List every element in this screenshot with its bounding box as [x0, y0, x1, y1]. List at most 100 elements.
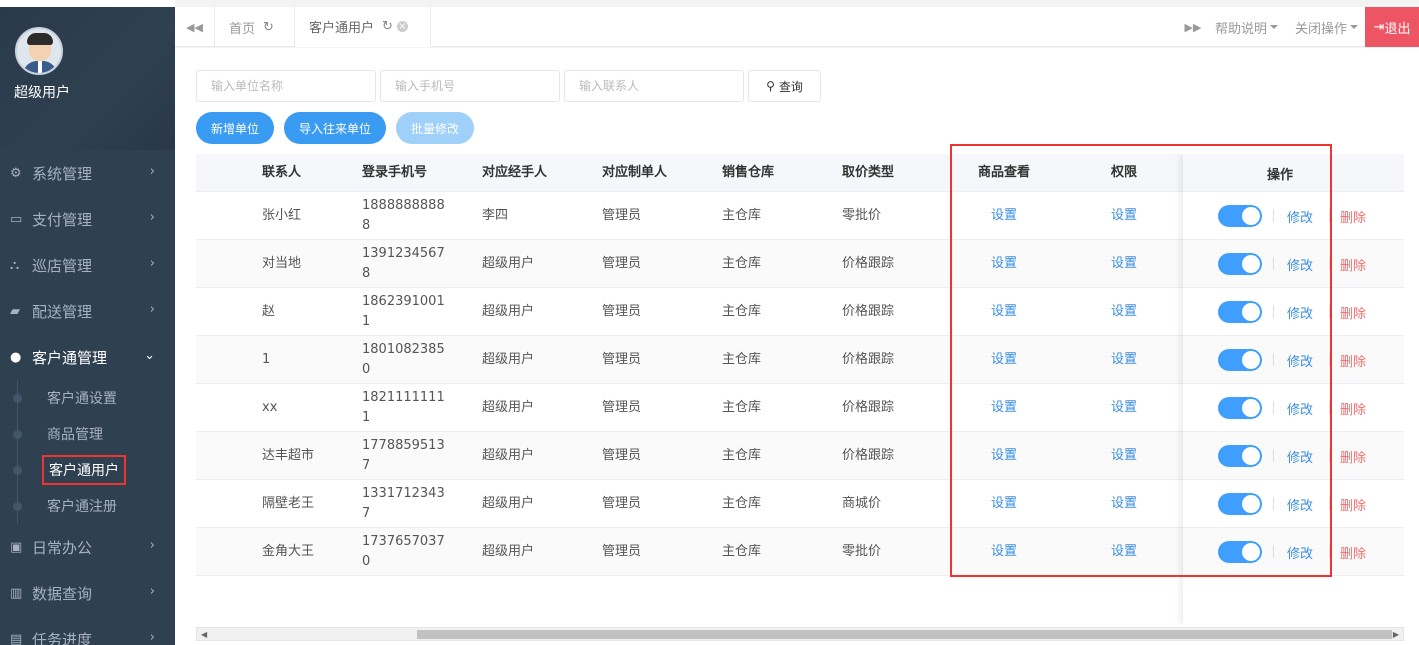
scroll-right-arrow-icon[interactable]: ▶ — [1393, 630, 1399, 639]
close-ops-dropdown[interactable]: 关闭操作 — [1295, 7, 1359, 47]
goods-view-set-link[interactable]: 设置 — [954, 336, 1054, 383]
permission-set-link[interactable]: 设置 — [1074, 384, 1174, 431]
header-goods-view[interactable]: 商品查看 — [954, 154, 1054, 191]
sign-out-icon: ⇥ — [1373, 19, 1385, 35]
tab-customer-users[interactable]: 客户通用户 ↻ × — [295, 7, 431, 47]
refresh-icon[interactable]: ↻ — [382, 19, 393, 34]
enable-toggle[interactable] — [1218, 349, 1262, 371]
permission-set-link[interactable]: 设置 — [1074, 432, 1174, 479]
tab-home[interactable]: 首页 ↻ — [215, 7, 295, 47]
add-unit-button[interactable]: 新增单位 — [196, 112, 275, 144]
goods-view-set-link[interactable]: 设置 — [954, 384, 1054, 431]
goods-view-set-link[interactable]: 设置 — [954, 192, 1054, 239]
horizontal-scrollbar[interactable]: ◀ ▶ — [196, 627, 1404, 641]
scroll-tabs-right-button[interactable]: ▶▶ — [1175, 7, 1211, 47]
sidebar-item-delivery[interactable]: ▰ 配送管理 › — [0, 288, 175, 334]
logout-button[interactable]: ⇥ 退出 — [1365, 7, 1419, 47]
sidebar-item-patrol[interactable]: ⛬ 巡店管理 › — [0, 242, 175, 288]
edit-link[interactable]: 修改 — [1287, 432, 1313, 480]
edit-link[interactable]: 修改 — [1287, 480, 1313, 528]
header-permission[interactable]: 权限 — [1074, 154, 1174, 191]
goods-view-set-link[interactable]: 设置 — [954, 288, 1054, 335]
operation-row: 修改 删除 — [1183, 192, 1404, 240]
action-buttons: 新增单位 导入往来单位 批量修改 — [196, 112, 475, 144]
goods-view-set-link[interactable]: 设置 — [954, 480, 1054, 527]
delete-link[interactable]: 删除 — [1340, 480, 1366, 528]
chevron-right-icon: › — [149, 538, 155, 553]
refresh-icon[interactable]: ↻ — [263, 20, 274, 35]
cell-contact: 对当地 — [262, 255, 302, 271]
sidebar-item-customer[interactable]: ● 客户通管理 ⌄ — [0, 334, 175, 380]
scroll-left-arrow-icon[interactable]: ◀ — [201, 630, 207, 639]
delete-link[interactable]: 删除 — [1340, 528, 1366, 576]
header-contact[interactable]: 联系人 — [262, 154, 352, 191]
query-button[interactable]: ⚲ 查询 — [748, 70, 821, 102]
sidebar-item-label: 日常办公 — [32, 538, 93, 557]
tasks-icon: ▤ — [10, 631, 23, 645]
delete-link[interactable]: 删除 — [1340, 384, 1366, 432]
sidebar-item-system[interactable]: ⚙ 系统管理 › — [0, 150, 175, 196]
enable-toggle[interactable] — [1218, 541, 1262, 563]
enable-toggle[interactable] — [1218, 205, 1262, 227]
batch-edit-button[interactable]: 批量修改 — [396, 112, 475, 144]
edit-link[interactable]: 修改 — [1287, 288, 1313, 336]
cell-handler: 李四 — [482, 207, 509, 223]
enable-toggle[interactable] — [1218, 253, 1262, 275]
sidebar-subitem-goods[interactable]: 商品管理 — [0, 416, 175, 452]
operation-header: 操作 — [1183, 154, 1404, 192]
enable-toggle[interactable] — [1218, 301, 1262, 323]
sidebar-subitem-customer-settings[interactable]: 客户通设置 — [0, 380, 175, 416]
edit-link[interactable]: 修改 — [1287, 336, 1313, 384]
permission-set-link[interactable]: 设置 — [1074, 480, 1174, 527]
contact-input[interactable] — [564, 70, 744, 102]
cell-phone: 18010823850 — [362, 341, 445, 377]
goods-view-set-link[interactable]: 设置 — [954, 240, 1054, 287]
header-maker[interactable]: 对应制单人 — [602, 154, 702, 191]
import-units-button[interactable]: 导入往来单位 — [284, 112, 387, 144]
scrollbar-thumb[interactable] — [417, 630, 1392, 639]
unit-name-input[interactable] — [196, 70, 376, 102]
permission-set-link[interactable]: 设置 — [1074, 192, 1174, 239]
cell-price-type: 商城价 — [842, 495, 882, 511]
sidebar-item-data[interactable]: ▥ 数据查询 › — [0, 570, 175, 616]
delete-link[interactable]: 删除 — [1340, 288, 1366, 336]
header-warehouse[interactable]: 销售仓库 — [722, 154, 822, 191]
backward-icon: ◀◀ — [186, 20, 203, 34]
close-tab-icon[interactable]: × — [396, 20, 408, 32]
permission-set-link[interactable]: 设置 — [1074, 288, 1174, 335]
enable-toggle[interactable] — [1218, 445, 1262, 467]
phone-input[interactable] — [380, 70, 560, 102]
enable-toggle[interactable] — [1218, 493, 1262, 515]
avatar[interactable] — [15, 27, 63, 75]
edit-link[interactable]: 修改 — [1287, 240, 1313, 288]
scroll-tabs-left-button[interactable]: ◀◀ — [175, 7, 215, 47]
edit-link[interactable]: 修改 — [1287, 384, 1313, 432]
goods-view-set-link[interactable]: 设置 — [954, 528, 1054, 575]
chevron-down-icon: ⌄ — [144, 348, 155, 363]
cell-maker: 管理员 — [602, 543, 642, 559]
sidebar-item-payment[interactable]: ▭ 支付管理 › — [0, 196, 175, 242]
edit-link[interactable]: 修改 — [1287, 192, 1313, 240]
permission-set-link[interactable]: 设置 — [1074, 528, 1174, 575]
delete-link[interactable]: 删除 — [1340, 240, 1366, 288]
user-name[interactable]: 超级用户 — [14, 82, 70, 102]
sidebar-subitem-customer-users[interactable]: 客户通用户 — [0, 452, 175, 488]
delete-link[interactable]: 删除 — [1340, 192, 1366, 240]
header-price-type[interactable]: 取价类型 — [842, 154, 942, 191]
header-handler[interactable]: 对应经手人 — [482, 154, 582, 191]
divider — [1273, 257, 1274, 270]
sidebar-item-office[interactable]: ▣ 日常办公 › — [0, 524, 175, 570]
cell-phone: 13912345678 — [362, 245, 445, 281]
delete-link[interactable]: 删除 — [1340, 336, 1366, 384]
header-phone[interactable]: 登录手机号 — [362, 154, 452, 191]
sidebar-item-tasks[interactable]: ▤ 任务进度 › — [0, 616, 175, 645]
enable-toggle[interactable] — [1218, 397, 1262, 419]
permission-set-link[interactable]: 设置 — [1074, 240, 1174, 287]
edit-link[interactable]: 修改 — [1287, 528, 1313, 576]
help-dropdown[interactable]: 帮助说明 — [1215, 7, 1279, 47]
permission-set-link[interactable]: 设置 — [1074, 336, 1174, 383]
sidebar-subitem-customer-register[interactable]: 客户通注册 — [0, 488, 175, 524]
delete-link[interactable]: 删除 — [1340, 432, 1366, 480]
goods-view-set-link[interactable]: 设置 — [954, 432, 1054, 479]
gears-icon: ⚙ — [10, 165, 22, 181]
